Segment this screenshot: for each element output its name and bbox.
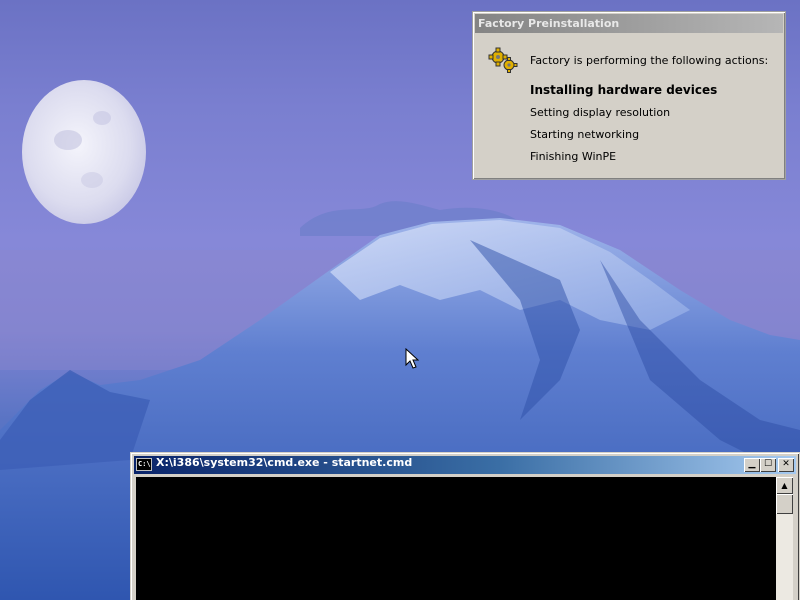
moon-crater <box>54 130 82 150</box>
desktop: Factory Preinstallation Factory is perfo… <box>0 0 800 600</box>
moon-crater <box>93 111 111 125</box>
dialog-title: Factory Preinstallation <box>478 17 620 30</box>
gears-icon <box>488 47 518 73</box>
factory-preinstallation-dialog[interactable]: Factory Preinstallation Factory is perfo… <box>472 11 786 180</box>
action-item-current: Installing hardware devices <box>530 83 718 97</box>
vertical-scrollbar[interactable]: ▲ <box>776 477 793 600</box>
action-item: Setting display resolution <box>530 106 671 119</box>
scroll-up-button[interactable]: ▲ <box>776 477 793 494</box>
close-button[interactable]: ✕ <box>778 458 794 472</box>
moon <box>22 80 146 224</box>
console-output-area[interactable] <box>136 477 776 600</box>
minimize-button[interactable]: ▁ <box>744 458 760 472</box>
action-item: Finishing WinPE <box>530 150 617 163</box>
mouse-pointer-icon <box>405 348 419 369</box>
scroll-thumb[interactable] <box>776 494 793 514</box>
moon-crater <box>81 172 103 188</box>
cmd-icon[interactable]: C:\ <box>136 458 152 471</box>
dialog-title-bar[interactable]: Factory Preinstallation <box>475 14 783 33</box>
maximize-button[interactable]: ☐ <box>760 458 776 472</box>
dialog-body: Factory is performing the following acti… <box>473 34 785 180</box>
cmd-title-bar[interactable]: C:\ X:\i386\system32\cmd.exe - startnet.… <box>134 456 796 474</box>
cmd-title: X:\i386\system32\cmd.exe - startnet.cmd <box>156 456 413 469</box>
cmd-window[interactable]: C:\ X:\i386\system32\cmd.exe - startnet.… <box>130 452 800 600</box>
dialog-header-text: Factory is performing the following acti… <box>530 54 769 67</box>
action-item: Starting networking <box>530 128 640 141</box>
